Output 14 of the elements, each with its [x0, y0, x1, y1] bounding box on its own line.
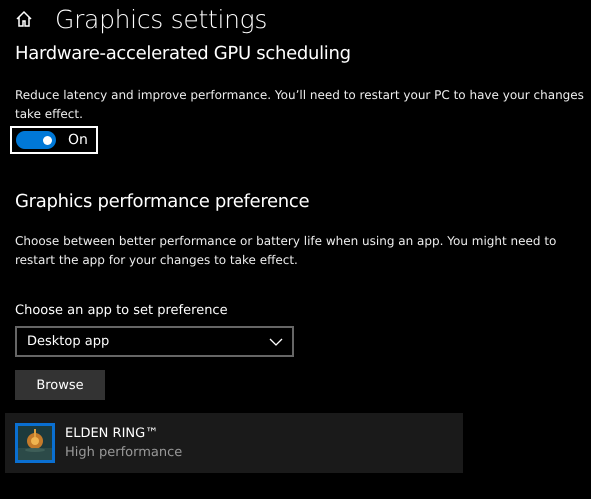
home-icon[interactable] — [15, 10, 33, 28]
dropdown-label: Choose an app to set preference — [15, 303, 228, 318]
page-title: Graphics settings — [55, 4, 268, 34]
section-heading: Hardware-accelerated GPU scheduling — [15, 43, 351, 64]
description: Choose between better performance or battery life when using an app. You might need to restart the app for your changes to take effect. — [15, 233, 558, 269]
app-name: ELDEN RING™ — [65, 426, 160, 441]
toggle-switch[interactable]: On — [10, 126, 98, 154]
app-preference: High performance — [65, 445, 182, 460]
app-list-item[interactable]: ELDEN RING™ High performance — [5, 413, 463, 473]
browse-button[interactable]: Browse — [15, 370, 105, 400]
chevron-icon — [269, 338, 283, 346]
section-heading: Graphics performance preference — [15, 191, 310, 212]
app-type-dropdown[interactable]: Desktop app — [15, 326, 294, 357]
description: Reduce latency and improve performance. You’ll need to restart your PC to have your changes take effect. — [15, 87, 585, 123]
